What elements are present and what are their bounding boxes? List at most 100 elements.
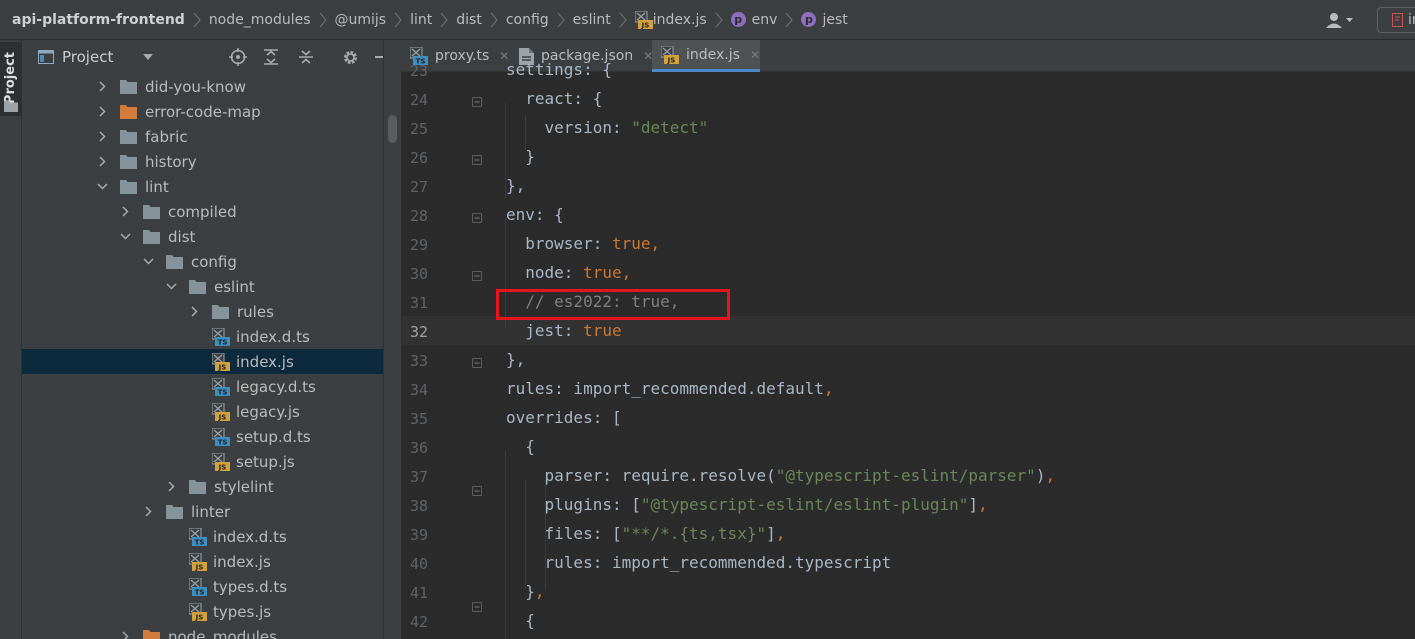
tree-item-label: node_modules <box>168 627 277 639</box>
project-scrollbar-thumb[interactable] <box>388 115 397 143</box>
code-line: browser: true, <box>506 234 660 253</box>
breadcrumb-item[interactable]: eslint <box>573 12 611 28</box>
tree-file-row[interactable]: TS legacy.d.ts <box>22 374 383 399</box>
breadcrumb-item[interactable]: api-platform-frontend <box>0 12 185 28</box>
tree-item-label: config <box>191 252 237 271</box>
chevron-down-icon[interactable] <box>143 53 154 60</box>
tree-file-row[interactable]: TS setup.d.ts <box>22 424 383 449</box>
code-token: { <box>506 610 535 630</box>
code-token: , <box>534 581 545 601</box>
chevron-right-icon[interactable] <box>120 206 131 217</box>
project-tool-tab[interactable]: Project <box>0 42 22 116</box>
collapse-all-button[interactable] <box>295 46 317 68</box>
tree-folder-row[interactable]: did-you-know <box>22 74 383 99</box>
tree-file-row[interactable]: JS types.js <box>22 599 383 624</box>
breadcrumb-item[interactable]: lint <box>410 12 432 28</box>
breadcrumb-label: env <box>751 11 778 28</box>
tree-file-row[interactable]: TS index.d.ts <box>22 524 383 549</box>
user-menu-button[interactable] <box>1323 10 1357 30</box>
tree-item-label: history <box>145 152 197 171</box>
breadcrumb-item[interactable]: config <box>506 12 549 28</box>
chevron-right-icon[interactable] <box>97 106 108 117</box>
breadcrumb-item[interactable]: dist <box>456 12 482 28</box>
tree-item-label: legacy.d.ts <box>236 377 316 396</box>
svg-text:JS: JS <box>640 21 649 29</box>
tree-folder-row[interactable]: linter <box>22 499 383 524</box>
fold-marker-icon[interactable] <box>472 213 482 223</box>
line-number: 36 <box>409 438 428 457</box>
tree-folder-row[interactable]: eslint <box>22 274 383 299</box>
tab-index-js[interactable]: JS index.js ✕ <box>652 40 760 72</box>
js-file-icon: JS <box>212 402 230 421</box>
code-token: } <box>506 146 535 166</box>
code-token: true, <box>583 262 632 282</box>
chevron-right-icon[interactable] <box>143 506 154 517</box>
fold-marker-icon[interactable] <box>472 271 482 281</box>
chevron-down-icon[interactable] <box>97 181 108 192</box>
tree-folder-row[interactable]: node_modules <box>22 624 383 639</box>
folder-icon <box>120 179 137 194</box>
fold-marker-icon[interactable] <box>472 486 482 496</box>
tree-file-row[interactable]: JS index.js <box>22 349 383 374</box>
tree-item-label: eslint <box>214 277 255 296</box>
breadcrumb-item[interactable]: p env <box>730 11 778 28</box>
tree-file-row[interactable]: TS index.d.ts <box>22 324 383 349</box>
code-token: true, <box>611 233 661 253</box>
breadcrumb-item[interactable]: @umijs <box>335 12 387 28</box>
project-panel-title[interactable]: Project <box>62 48 113 66</box>
annotation-highlight-box <box>496 289 730 320</box>
tree-folder-row[interactable]: compiled <box>22 199 383 224</box>
tree-folder-row[interactable]: stylelint <box>22 474 383 499</box>
hide-panel-button[interactable] <box>372 46 383 68</box>
chevron-right-icon <box>557 12 565 28</box>
ts-file-icon: TS <box>212 377 230 396</box>
code-token: "detect" <box>631 117 709 137</box>
js-file-icon: JS <box>189 552 207 571</box>
folder-icon <box>143 229 160 244</box>
collapse-all-icon <box>299 50 313 64</box>
tree-file-row[interactable]: JS setup.js <box>22 449 383 474</box>
project-scrollbar[interactable] <box>383 40 402 639</box>
tree-file-row[interactable]: TS types.d.ts <box>22 574 383 599</box>
fold-marker-icon[interactable] <box>472 358 482 368</box>
tree-folder-row[interactable]: dist <box>22 224 383 249</box>
breadcrumb-item[interactable]: p jest <box>801 12 848 28</box>
tree-item-label: types.js <box>213 602 272 621</box>
code-line: react: { <box>506 89 602 108</box>
svg-text:TS: TS <box>218 438 228 446</box>
fold-marker-icon[interactable] <box>472 602 482 612</box>
breadcrumb-item[interactable]: JS index.js <box>634 10 707 29</box>
chevron-down-icon[interactable] <box>120 231 131 242</box>
tree-item-label: lint <box>145 177 169 196</box>
tree-folder-row[interactable]: config <box>22 249 383 274</box>
chevron-right-icon[interactable] <box>97 131 108 142</box>
chevron-down-icon[interactable] <box>166 281 177 292</box>
tree-folder-row[interactable]: error-code-map <box>22 99 383 124</box>
locate-file-button[interactable] <box>227 46 249 68</box>
run-config-box[interactable]: ir <box>1377 7 1415 33</box>
breadcrumb-item[interactable]: node_modules <box>209 12 311 28</box>
close-icon[interactable]: ✕ <box>750 48 760 62</box>
folder-icon <box>120 154 137 169</box>
chevron-down-icon[interactable] <box>143 256 154 267</box>
fold-marker-icon[interactable] <box>472 155 482 165</box>
code-editor[interactable]: TS proxy.ts ✕ package.json ✕ JS index.js ✕ 23 se… <box>401 40 1415 639</box>
chevron-right-icon[interactable] <box>97 156 108 167</box>
tree-folder-row[interactable]: fabric <box>22 124 383 149</box>
chevron-right-icon[interactable] <box>189 306 200 317</box>
line-number: 41 <box>409 583 428 602</box>
tree-folder-row[interactable]: lint <box>22 174 383 199</box>
tree-file-row[interactable]: JS index.js <box>22 549 383 574</box>
tree-folder-row[interactable]: history <box>22 149 383 174</box>
fold-marker-icon[interactable] <box>472 97 482 107</box>
project-tool-tab-label: Project <box>3 52 18 105</box>
expand-all-button[interactable] <box>260 46 282 68</box>
settings-button[interactable] <box>339 46 361 68</box>
chevron-right-icon <box>440 12 448 28</box>
chevron-right-icon[interactable] <box>97 81 108 92</box>
breadcrumb: api-platform-frontend node_modules @umijs l… <box>0 0 1415 40</box>
chevron-right-icon[interactable] <box>166 481 177 492</box>
tree-file-row[interactable]: JS legacy.js <box>22 399 383 424</box>
chevron-right-icon[interactable] <box>120 631 131 639</box>
tree-folder-row[interactable]: rules <box>22 299 383 324</box>
